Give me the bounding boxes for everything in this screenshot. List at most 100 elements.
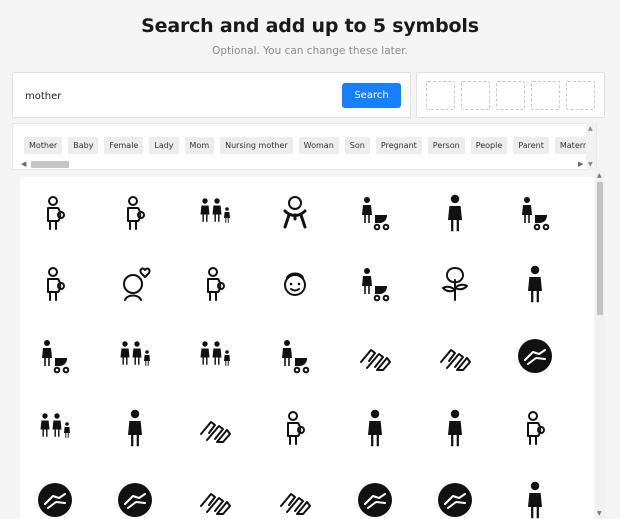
symbol-result[interactable] xyxy=(25,328,85,388)
search-input[interactable] xyxy=(25,85,335,107)
results-scroll-thumb[interactable] xyxy=(597,182,603,315)
tag-chip[interactable]: Woman xyxy=(298,137,339,154)
symbol-result[interactable] xyxy=(425,256,485,316)
tag-chip[interactable]: Mom xyxy=(184,137,215,154)
tag-chip[interactable]: Baby xyxy=(68,137,99,154)
search-panel: Search xyxy=(12,72,411,118)
symbol-result[interactable] xyxy=(185,472,245,519)
symbol-result[interactable] xyxy=(25,472,85,519)
page-subtitle: Optional. You can change these later. xyxy=(212,45,408,57)
symbol-result[interactable] xyxy=(345,256,405,316)
symbol-result[interactable] xyxy=(425,472,485,519)
pregnant-silhouette-icon xyxy=(515,264,555,308)
symbol-result[interactable] xyxy=(185,328,245,388)
parent-child-icon xyxy=(195,336,235,380)
symbol-result[interactable] xyxy=(25,256,85,316)
symbol-result[interactable] xyxy=(105,256,165,316)
mother-embrace-icon xyxy=(515,408,555,452)
woman-with-pram-icon xyxy=(35,336,75,380)
symbol-result[interactable] xyxy=(265,472,325,519)
hands-circle-icon xyxy=(355,480,395,519)
tags-vertical-scrollbar[interactable]: ▲ ▼ xyxy=(586,123,596,170)
symbol-result[interactable] xyxy=(345,400,405,460)
hands-circle-icon xyxy=(35,480,75,519)
tag-chip[interactable]: Person xyxy=(427,137,465,154)
tag-chip[interactable]: Mother xyxy=(24,137,63,154)
baby-icon xyxy=(275,193,315,237)
symbol-result[interactable] xyxy=(265,328,325,388)
grandmother-face-icon xyxy=(275,264,315,308)
scroll-up-icon[interactable]: ▲ xyxy=(588,125,593,132)
search-button[interactable]: Search xyxy=(342,83,401,108)
symbol-result[interactable] xyxy=(265,400,325,460)
results-scrollbar[interactable]: ▲ ▼ xyxy=(595,170,605,519)
horizontal-scroll-thumb[interactable] xyxy=(31,161,69,168)
horizontal-scrollbar[interactable]: ◀ ▶ xyxy=(13,159,596,169)
tag-chip[interactable]: Son xyxy=(344,137,370,154)
symbol-result[interactable] xyxy=(105,328,165,388)
mother-holding-infant-icon xyxy=(435,408,475,452)
symbol-result[interactable] xyxy=(425,400,485,460)
page-title: Search and add up to 5 symbols xyxy=(141,15,479,37)
helping-hands-icon xyxy=(195,480,235,519)
parent-with-stroller-icon xyxy=(355,264,395,308)
hands-circle-icon xyxy=(435,480,475,519)
symbol-slot[interactable] xyxy=(426,81,455,110)
symbol-result[interactable] xyxy=(25,400,85,460)
symbol-result[interactable] xyxy=(505,328,565,388)
pregnant-woman-icon xyxy=(435,193,475,237)
symbol-result[interactable] xyxy=(345,185,405,245)
scroll-right-icon[interactable]: ▶ xyxy=(578,159,583,169)
mother-holding-baby-icon xyxy=(195,264,235,308)
tag-chip[interactable]: Parent xyxy=(513,137,549,154)
symbol-result[interactable] xyxy=(425,328,485,388)
symbol-result[interactable] xyxy=(185,185,245,245)
happy-mother-heart-icon xyxy=(115,264,155,308)
mother-kneeling-child-icon xyxy=(115,408,155,452)
woman-with-stroller-outline-icon xyxy=(355,193,395,237)
tag-chip[interactable]: Pregnant xyxy=(375,137,422,154)
woman-holding-baby-icon xyxy=(355,408,395,452)
symbol-slot[interactable] xyxy=(531,81,560,110)
woman-with-stroller-icon xyxy=(515,193,555,237)
hands-circle-icon xyxy=(515,336,555,380)
symbol-slot[interactable] xyxy=(461,81,490,110)
symbol-result[interactable] xyxy=(185,256,245,316)
hand-clasp-icon xyxy=(195,408,235,452)
scroll-down-icon[interactable]: ▼ xyxy=(588,161,593,168)
symbol-result[interactable] xyxy=(505,472,565,519)
tag-chip[interactable]: Female xyxy=(104,137,144,154)
selected-symbols-panel xyxy=(416,72,605,118)
pregnant-woman-outline-icon xyxy=(115,193,155,237)
symbol-result[interactable] xyxy=(185,400,245,460)
tag-suggestions: Mother Baby Female Lady Mom Nursing mother Wom… xyxy=(12,123,597,170)
symbol-result[interactable] xyxy=(345,472,405,519)
symbol-result[interactable] xyxy=(265,256,325,316)
symbol-result[interactable] xyxy=(105,472,165,519)
symbol-slot[interactable] xyxy=(496,81,525,110)
tag-chip[interactable]: People xyxy=(470,137,508,154)
family-group-icon xyxy=(195,193,235,237)
symbol-result[interactable] xyxy=(25,185,85,245)
symbol-result[interactable] xyxy=(505,400,565,460)
symbol-result[interactable] xyxy=(425,185,485,245)
hands-circle-icon xyxy=(115,480,155,519)
symbol-slot[interactable] xyxy=(566,81,595,110)
rose-icon xyxy=(435,264,475,308)
family-walking-icon xyxy=(115,336,155,380)
symbol-result[interactable] xyxy=(105,400,165,460)
tag-chip[interactable]: Lady xyxy=(149,137,179,154)
scroll-down-icon[interactable]: ▼ xyxy=(597,510,602,517)
symbol-result[interactable] xyxy=(505,256,565,316)
mother-with-child-icon xyxy=(35,193,75,237)
symbol-result[interactable] xyxy=(505,185,565,245)
scroll-up-icon[interactable]: ▲ xyxy=(597,172,602,179)
hand-clasp-icon xyxy=(275,480,315,519)
tag-chip[interactable]: Nursing mother xyxy=(220,137,293,154)
symbol-result[interactable] xyxy=(105,185,165,245)
mother-pushing-pram-icon xyxy=(275,336,315,380)
symbol-result[interactable] xyxy=(345,328,405,388)
scroll-left-icon[interactable]: ◀ xyxy=(21,159,26,169)
mother-two-children-icon xyxy=(35,408,75,452)
symbol-result[interactable] xyxy=(265,185,325,245)
